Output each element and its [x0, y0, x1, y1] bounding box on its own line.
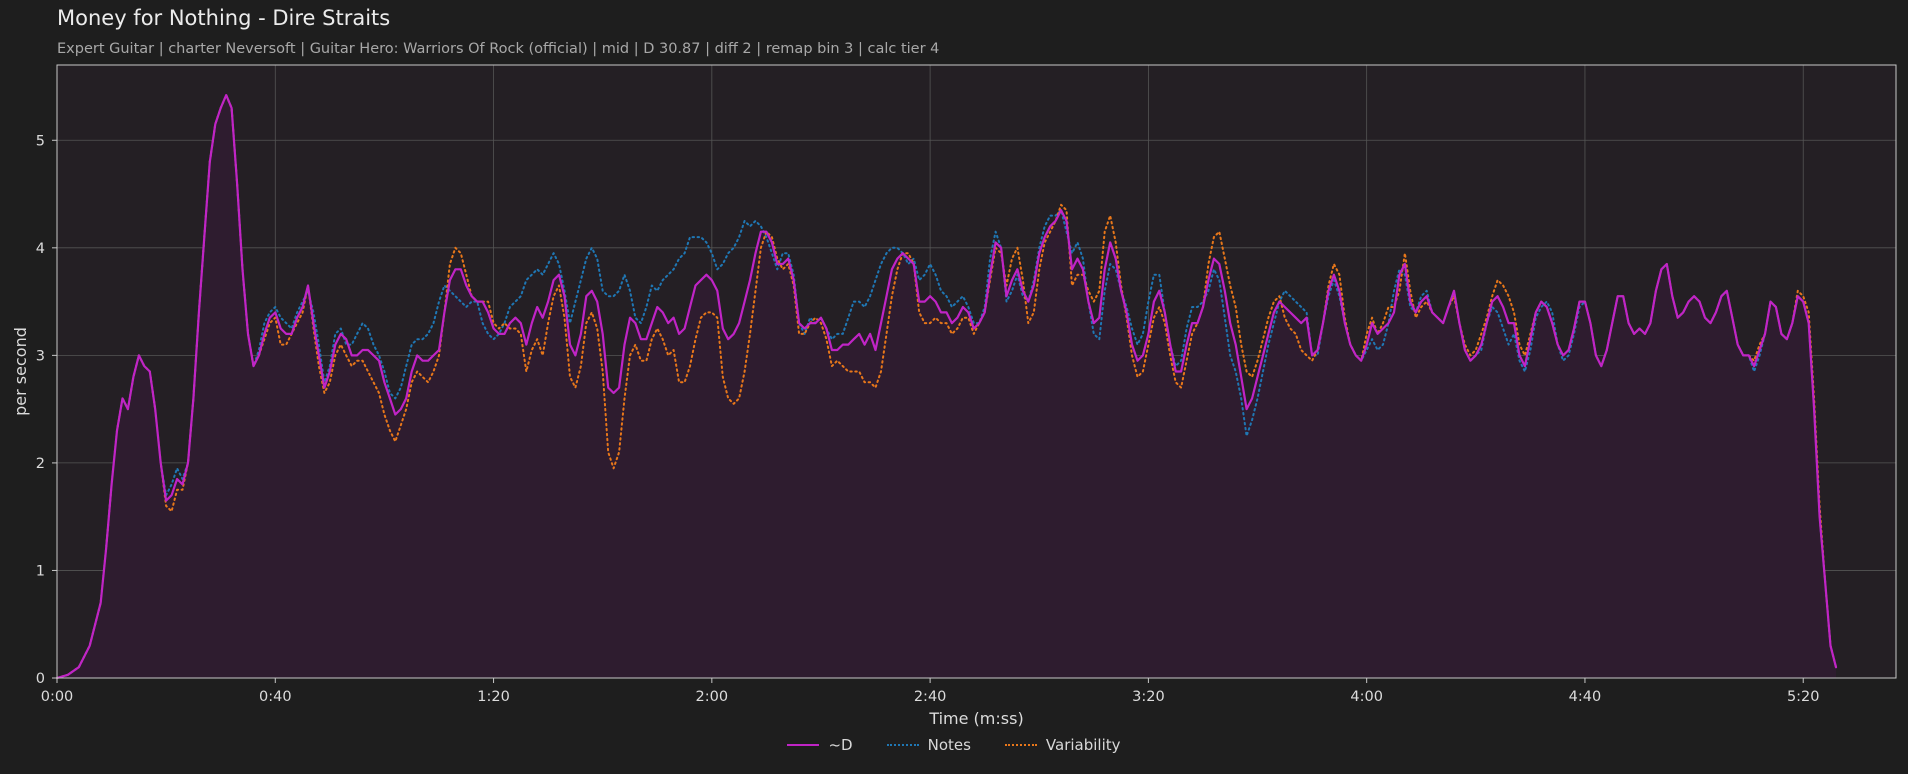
- y-tick-label-0: 0: [36, 671, 45, 687]
- y-axis: 0 1 2 3 4 5: [36, 133, 57, 687]
- legend-item-d[interactable]: ~D: [787, 736, 853, 754]
- x-axis: 0:00 0:40 1:20 2:00 2:40 3:20 4:00 4:40 5:20: [41, 678, 1820, 705]
- legend: ~D Notes Variability: [0, 736, 1908, 754]
- x-tick-label-8: 5:20: [1787, 689, 1820, 705]
- x-tick-label-2: 1:20: [477, 689, 510, 705]
- legend-swatch-variability: [1004, 744, 1037, 746]
- x-tick-label-6: 4:00: [1350, 689, 1383, 705]
- x-axis-label: Time (m:ss): [928, 709, 1023, 728]
- y-tick-label-4: 4: [36, 241, 45, 257]
- x-tick-label-5: 3:20: [1132, 689, 1165, 705]
- legend-swatch-d: [787, 744, 820, 746]
- x-tick-label-7: 4:40: [1569, 689, 1602, 705]
- y-tick-label-1: 1: [36, 563, 45, 579]
- legend-label-notes: Notes: [927, 736, 971, 754]
- chart-canvas: 0:00 0:40 1:20 2:00 2:40 3:20 4:00 4:40 5:20 0 1 2…: [11, 64, 1897, 728]
- y-tick-label-5: 5: [36, 133, 45, 149]
- legend-item-notes[interactable]: Notes: [886, 736, 971, 754]
- legend-label-variability: Variability: [1045, 736, 1121, 754]
- legend-swatch-notes: [886, 744, 919, 746]
- x-tick-label-4: 2:40: [914, 689, 947, 705]
- y-tick-label-3: 3: [36, 348, 45, 364]
- x-tick-label-1: 0:40: [259, 689, 292, 705]
- x-tick-label-3: 2:00: [696, 689, 729, 705]
- y-tick-label-2: 2: [36, 456, 45, 472]
- y-axis-label: per second: [11, 327, 30, 416]
- x-tick-label-0: 0:00: [41, 689, 74, 705]
- legend-label-d: ~D: [828, 736, 853, 754]
- legend-item-variability[interactable]: Variability: [1004, 736, 1121, 754]
